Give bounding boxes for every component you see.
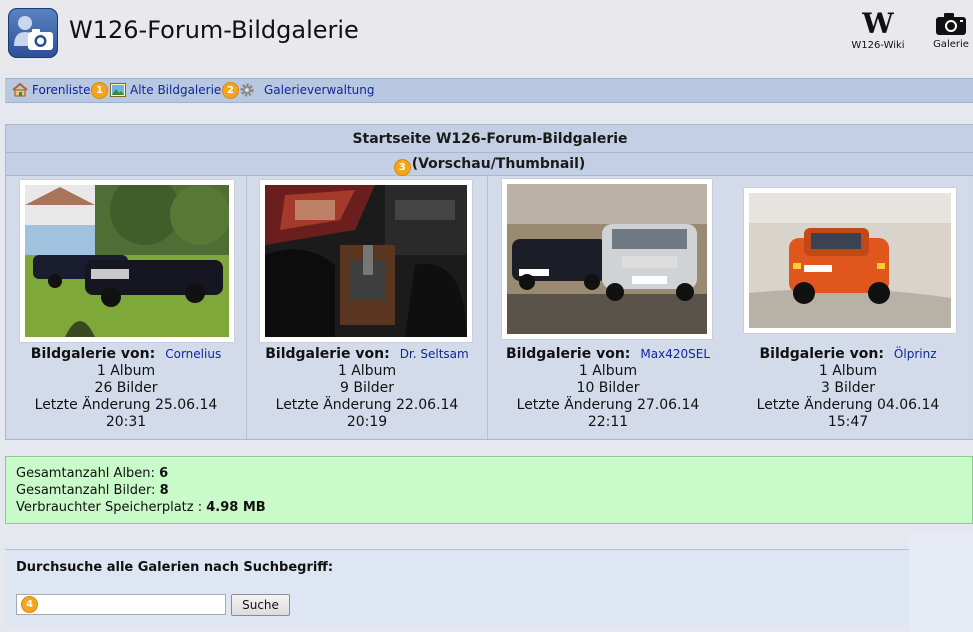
search-button[interactable]: Suche: [231, 594, 290, 616]
gallery-owner-label: Bildgalerie von:: [265, 346, 390, 362]
stats-storage-row: Verbrauchter Speicherplatz : 4.98 MB: [16, 499, 266, 516]
stats-storage-value: 4.98 MB: [206, 500, 266, 515]
gallery-card-max420sel: Bildgalerie von: Max420SEL 1 Album 10 Bil…: [488, 176, 729, 439]
gallery-card-dr-seltsam: Bildgalerie von: Dr. Seltsam 1 Album 9 Bi…: [247, 176, 488, 439]
last-changed-time: 20:31: [105, 414, 147, 430]
marker-3: 3: [394, 160, 410, 175]
gallery-owner-label: Bildgalerie von:: [759, 346, 884, 362]
thumbnail-image: [25, 185, 229, 337]
gallery-label: Galerie: [933, 39, 969, 50]
stats-images-label: Gesamtanzahl Bilder:: [16, 483, 156, 498]
thumbnail-image: [749, 193, 951, 328]
gallery-owner-link[interactable]: Dr. Seltsam: [400, 347, 469, 361]
stats-images-value: 8: [159, 483, 169, 498]
gallery-card-oelprinz: Bildgalerie von: Ölprinz 1 Album 3 Bilder…: [728, 176, 968, 439]
thumbnail-max420sel[interactable]: [502, 179, 712, 339]
image-count: 26 Bilder: [94, 380, 158, 396]
picture-icon[interactable]: [110, 83, 126, 97]
gallery-info-oelprinz: Bildgalerie von: Ölprinz 1 Album 3 Bilder…: [728, 346, 968, 431]
panel-subtitle-row: 3 (Vorschau/Thumbnail): [6, 153, 973, 176]
marker-1: 1: [92, 83, 107, 98]
camera-person-icon: [14, 16, 53, 50]
gear-icon[interactable]: [239, 82, 255, 98]
last-changed: Letzte Änderung 27.06.14: [516, 397, 700, 413]
gallery-panel: Startseite W126-Forum-Bildgalerie 3 (Vors…: [5, 124, 973, 440]
image-count: 10 Bilder: [576, 380, 640, 396]
panel-subtitle: (Vorschau/Thumbnail): [411, 156, 586, 172]
last-changed: Letzte Änderung 25.06.14: [34, 397, 218, 413]
gallery-link[interactable]: Galerie: [929, 8, 973, 50]
wiki-w-icon: W: [862, 7, 894, 40]
wiki-link[interactable]: W W126-Wiki: [846, 7, 910, 52]
thumbnail-image: [507, 184, 707, 334]
gallery-cards: Bildgalerie von: Cornelius 1 Album 26 Bil…: [6, 176, 973, 439]
gallery-info-dr-seltsam: Bildgalerie von: Dr. Seltsam 1 Album 9 Bi…: [247, 346, 487, 431]
marker-4: 4: [22, 597, 37, 612]
home-icon[interactable]: [12, 83, 28, 97]
last-changed-time: 22:11: [587, 414, 629, 430]
panel-title: Startseite W126-Forum-Bildgalerie: [6, 125, 973, 153]
gallery-owner-label: Bildgalerie von:: [30, 346, 156, 362]
album-count: 1 Album: [818, 363, 878, 379]
album-count: 1 Album: [337, 363, 397, 379]
site-title: W126-Forum-Bildgalerie: [69, 16, 359, 44]
album-count: 1 Album: [96, 363, 156, 379]
gallery-stats: Gesamtanzahl Alben: 6 Gesamtanzahl Bilde…: [5, 456, 973, 524]
gallery-logo-icon[interactable]: [8, 8, 58, 58]
nav-alte-bildgalerie[interactable]: Alte Bildgalerie: [130, 79, 221, 102]
gallery-info-max420sel: Bildgalerie von: Max420SEL 1 Album 10 Bil…: [488, 346, 728, 431]
gallery-card-cornelius: Bildgalerie von: Cornelius 1 Album 26 Bil…: [6, 176, 247, 439]
stats-albums-value: 6: [159, 466, 169, 481]
search-section: Durchsuche alle Galerien nach Suchbegrif…: [5, 549, 909, 626]
thumbnail-dr-seltsam[interactable]: [260, 180, 472, 342]
stats-images-row: Gesamtanzahl Bilder: 8: [16, 482, 266, 499]
search-input[interactable]: [16, 594, 226, 615]
gallery-owner-link[interactable]: Max420SEL: [640, 347, 710, 361]
gallery-owner-label: Bildgalerie von:: [505, 346, 631, 362]
stats-storage-label: Verbrauchter Speicherplatz :: [16, 500, 203, 515]
camera-icon: [936, 13, 966, 35]
nav-forenliste[interactable]: Forenliste: [32, 79, 90, 102]
gallery-owner-link[interactable]: Ölprinz: [894, 347, 937, 361]
image-count: 9 Bilder: [340, 380, 394, 396]
last-changed-time: 20:19: [346, 414, 388, 430]
search-side-area: [909, 533, 973, 632]
wiki-label: W126-Wiki: [851, 40, 905, 51]
gallery-owner-link[interactable]: Cornelius: [165, 347, 221, 361]
image-count: 3 Bilder: [821, 380, 875, 396]
stats-albums-row: Gesamtanzahl Alben: 6: [16, 465, 266, 482]
thumbnail-image: [265, 185, 467, 337]
marker-2: 2: [223, 83, 238, 98]
nav-galerieverwaltung[interactable]: Galerieverwaltung: [264, 79, 374, 102]
last-changed: Letzte Änderung 04.06.14: [756, 397, 940, 413]
page-header: W126-Forum-Bildgalerie W W126-Wiki Galer…: [0, 0, 973, 76]
last-changed-time: 15:47: [827, 414, 869, 430]
last-changed: Letzte Änderung 22.06.14: [275, 397, 459, 413]
search-title: Durchsuche alle Galerien nach Suchbegrif…: [16, 560, 334, 575]
album-count: 1 Album: [578, 363, 638, 379]
thumbnail-oelprinz[interactable]: [744, 188, 956, 333]
thumbnail-cornelius[interactable]: [20, 180, 234, 342]
stats-albums-label: Gesamtanzahl Alben:: [16, 466, 155, 481]
nav-bar: Forenliste 1 Alte Bildgalerie 2 Galeriev…: [5, 78, 973, 103]
gallery-info-cornelius: Bildgalerie von: Cornelius 1 Album 26 Bil…: [6, 346, 246, 431]
